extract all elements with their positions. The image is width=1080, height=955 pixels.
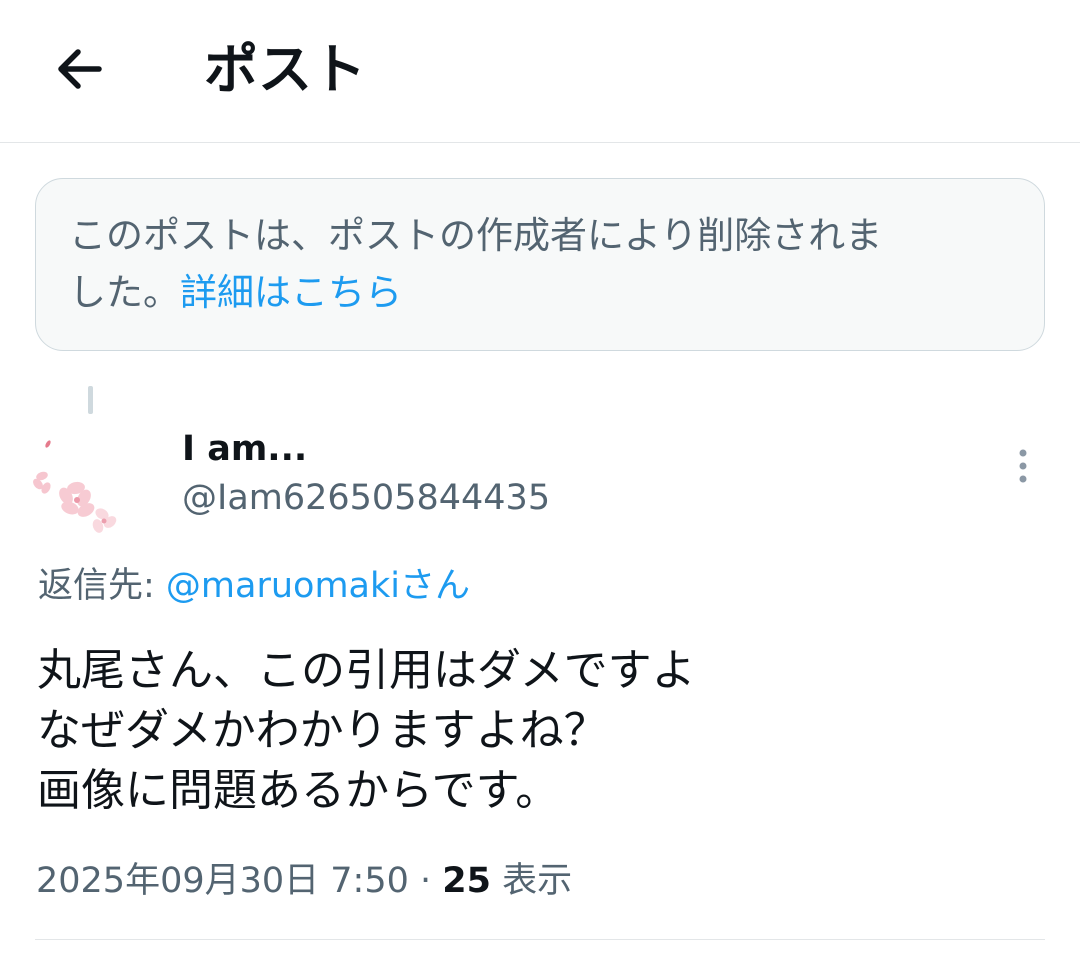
post-text-line: 画像に問題あるからです。 <box>37 765 560 816</box>
learn-more-link[interactable]: 詳細はこちら <box>180 271 402 314</box>
back-button[interactable] <box>46 36 112 102</box>
author-handle[interactable]: @Iam626505844435 <box>182 477 550 519</box>
top-app-bar: ポスト <box>0 0 1080 143</box>
avatar[interactable] <box>30 430 124 534</box>
views-label: 表示 <box>490 861 573 901</box>
notice-text-line2: した。詳細はこちら <box>69 264 1014 321</box>
post-text-line: 丸尾さん、この引用はダメですよ <box>37 645 696 696</box>
deleted-post-notice: このポストは、ポストの作成者により削除されま した。詳細はこちら <box>35 178 1045 351</box>
more-vertical-icon <box>1019 449 1027 483</box>
arrow-left-icon <box>58 49 102 89</box>
sakura-blossom-avatar <box>33 440 117 533</box>
reply-to-line: 返信先: @maruomakiさん <box>38 563 470 609</box>
notice-text-line1: このポストは、ポストの作成者により削除されま <box>69 214 883 257</box>
metadata-separator: · <box>408 861 443 901</box>
divider <box>35 939 1045 940</box>
views-count[interactable]: 25 <box>442 861 491 901</box>
page-title: ポスト <box>204 38 366 101</box>
reply-to-handle-link[interactable]: @maruomakiさん <box>166 566 470 606</box>
post-text-line: なぜダメかわかりますよね？ <box>37 705 608 756</box>
post-text: 丸尾さん、この引用はダメですよ なぜダメかわかりますよね？ 画像に問題あるからで… <box>37 641 1047 821</box>
post-metadata: 2025年09月30日 7:50 · 25 表示 <box>36 858 572 904</box>
post-timestamp[interactable]: 2025年09月30日 7:50 <box>36 861 409 901</box>
notice-text-tail: した。 <box>69 271 180 314</box>
author-name[interactable]: I am... <box>182 428 307 470</box>
thread-connector-line <box>88 386 93 414</box>
reply-to-label: 返信先: <box>38 566 166 606</box>
more-options-button[interactable] <box>1006 446 1040 486</box>
